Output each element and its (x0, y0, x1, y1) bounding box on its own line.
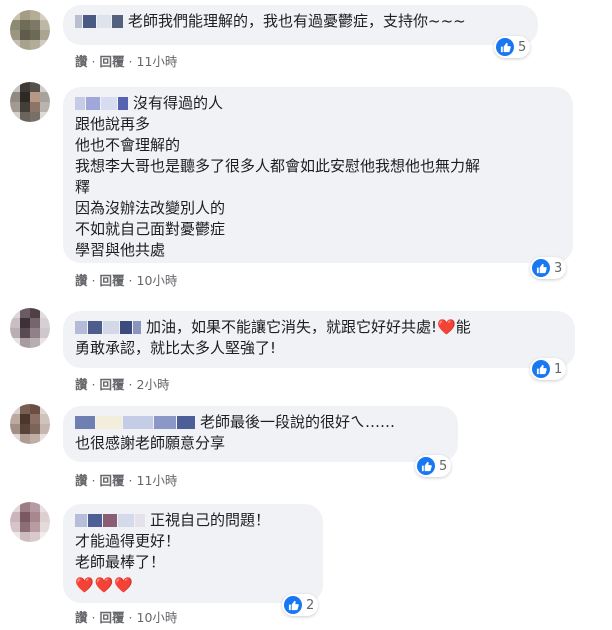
comment-bubble: 正視自己的問題！ 才能過得更好！ 老師最棒了！ ❤️❤️❤️ (63, 504, 323, 603)
separator: · (128, 610, 133, 625)
separator: · (128, 273, 133, 288)
timestamp[interactable]: 2小時 (137, 377, 170, 392)
separator: · (91, 473, 96, 488)
comment-text: 他也不會理解的 (75, 136, 181, 154)
comment-text: 也很感謝老師願意分享 (75, 434, 226, 452)
comment-text: 勇敢承認，就比太多人堅強了! (75, 339, 277, 357)
hearts-emoji: ❤️❤️❤️ (75, 576, 135, 594)
like-link[interactable]: 讚 (75, 473, 88, 488)
like-icon (284, 596, 302, 614)
author-name[interactable] (75, 412, 196, 433)
comment-actions: 讚 · 回覆 · 11小時 (75, 470, 177, 489)
separator: · (91, 273, 96, 288)
reply-link[interactable]: 回覆 (100, 54, 125, 69)
avatar[interactable] (10, 502, 50, 542)
author-name[interactable] (75, 510, 146, 531)
separator: · (128, 54, 133, 69)
like-link[interactable]: 讚 (75, 54, 88, 69)
reaction-count[interactable]: 3 (530, 257, 567, 279)
separator: · (128, 377, 133, 392)
comment-text: 老師最棒了！ (75, 553, 166, 571)
like-link[interactable]: 讚 (75, 273, 88, 288)
avatar[interactable] (10, 308, 50, 348)
reply-link[interactable]: 回覆 (100, 377, 125, 392)
reply-link[interactable]: 回覆 (100, 473, 125, 488)
avatar[interactable] (10, 10, 50, 50)
separator: · (91, 610, 96, 625)
reaction-count[interactable]: 5 (494, 36, 531, 58)
comment-text: 因為沒辦法改變別人的 (75, 199, 226, 217)
reaction-count[interactable]: 1 (530, 358, 567, 380)
comment-text: 加油，如果不能讓它消失，就跟它好好共處!❤️能 (146, 318, 471, 336)
timestamp[interactable]: 10小時 (137, 273, 178, 288)
like-icon (532, 360, 550, 378)
comment-text: 正視自己的問題！ (150, 511, 271, 529)
comment-text: 學習與他共處 (75, 241, 166, 259)
timestamp[interactable]: 11小時 (137, 54, 178, 69)
like-icon (532, 259, 550, 277)
reaction-count[interactable]: 5 (415, 455, 452, 477)
comment-actions: 讚 · 回覆 · 11小時 (75, 51, 177, 70)
comment-actions: 讚 · 回覆 · 10小時 (75, 270, 177, 289)
comment-text: 老師我們能理解的，我也有過憂鬱症，支持你~~~ (128, 12, 466, 30)
separator: · (91, 54, 96, 69)
comment-text: 沒有得過的人 (133, 94, 224, 112)
like-link[interactable]: 讚 (75, 610, 88, 625)
reply-link[interactable]: 回覆 (100, 610, 125, 625)
avatar[interactable] (10, 82, 50, 122)
like-icon (496, 38, 514, 56)
comment-text: 才能過得更好！ (75, 532, 181, 550)
comment-bubble: 老師最後一段說的很好ㄟ…… 也很感謝老師願意分享 (63, 406, 458, 462)
comment-bubble: 老師我們能理解的，我也有過憂鬱症，支持你~~~ (63, 5, 538, 45)
like-icon (417, 457, 435, 475)
separator: · (91, 377, 96, 392)
comment-bubble: 加油，如果不能讓它消失，就跟它好好共處!❤️能 勇敢承認，就比太多人堅強了! (63, 311, 575, 368)
comment-text: 釋 (75, 178, 91, 196)
timestamp[interactable]: 11小時 (137, 473, 178, 488)
comment-actions: 讚 · 回覆 · 10小時 (75, 607, 177, 626)
author-name[interactable] (75, 317, 142, 338)
comment-actions: 讚 · 回覆 · 2小時 (75, 374, 169, 393)
comment-text: 不如就自己面對憂鬱症 (75, 220, 226, 238)
reply-link[interactable]: 回覆 (100, 273, 125, 288)
comment-text: 跟他說再多 (75, 115, 151, 133)
comment-text: 老師最後一段說的很好ㄟ…… (200, 413, 396, 431)
separator: · (128, 473, 133, 488)
avatar[interactable] (10, 404, 50, 444)
author-name[interactable] (75, 11, 124, 32)
reaction-count[interactable]: 2 (282, 594, 319, 616)
comment-bubble: 沒有得過的人 跟他說再多 他也不會理解的 我想李大哥也是聽多了很多人都會如此安慰… (63, 87, 573, 263)
like-link[interactable]: 讚 (75, 377, 88, 392)
comment-text: 我想李大哥也是聽多了很多人都會如此安慰他我想他也無力解 (75, 157, 481, 175)
author-name[interactable] (75, 93, 129, 114)
timestamp[interactable]: 10小時 (137, 610, 178, 625)
